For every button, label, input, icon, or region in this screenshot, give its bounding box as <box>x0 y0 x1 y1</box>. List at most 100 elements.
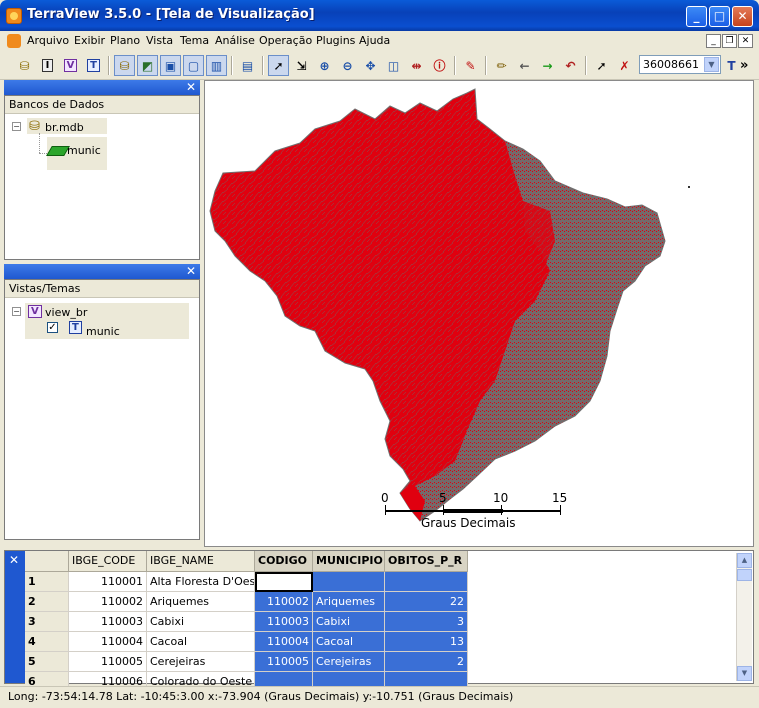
view-icon[interactable]: V <box>60 55 81 76</box>
app-icon[interactable] <box>6 8 22 24</box>
cell-ibge-name[interactable]: Cerejeiras <box>147 652 255 672</box>
cell-municipio[interactable]: Cacoal <box>313 632 385 652</box>
col-obitos[interactable]: OBITOS_P_R <box>385 551 468 572</box>
cell-obitos[interactable]: 3 <box>385 612 468 632</box>
mdi-minimize-button[interactable]: _ <box>706 34 721 48</box>
select-pointer-icon[interactable]: ➚ <box>591 55 612 76</box>
cell-ibge-code[interactable]: 110003 <box>69 612 147 632</box>
cell-ibge-name[interactable]: Ariquemes <box>147 592 255 612</box>
tree-theme-name[interactable]: munic <box>86 325 120 338</box>
views-panel-icon[interactable]: ◩ <box>137 55 158 76</box>
theme-visibility-checkbox[interactable]: ✓ <box>47 322 58 333</box>
cell-municipio[interactable]: Cabixi <box>313 612 385 632</box>
row-number[interactable]: 2 <box>25 592 69 612</box>
graphic-icon[interactable]: ▢ <box>183 55 204 76</box>
menu-ajuda[interactable]: Ajuda <box>359 34 390 47</box>
theme-style-icon[interactable]: T <box>721 55 742 76</box>
col-ibge-name[interactable]: IBGE_NAME <box>147 551 255 572</box>
cell-ibge-name[interactable]: Cacoal <box>147 632 255 652</box>
toolbar-overflow-icon[interactable]: » <box>740 58 748 73</box>
close-icon[interactable]: ✕ <box>186 80 196 94</box>
document-icon[interactable] <box>7 34 21 48</box>
tree-db-name[interactable]: br.mdb <box>45 121 84 134</box>
query-pointer-icon[interactable]: ⇲ <box>291 55 312 76</box>
import-layer-icon[interactable]: I <box>37 55 58 76</box>
database-icon[interactable]: ⛁ <box>14 55 35 76</box>
grid-panel-icon[interactable]: ▥ <box>206 55 227 76</box>
table-icon[interactable]: ▤ <box>237 55 258 76</box>
col-ibge-code[interactable]: IBGE_CODE <box>69 551 147 572</box>
menu-arquivo[interactable]: Arquivo <box>27 34 69 47</box>
menu-plugins[interactable]: Plugins <box>316 34 355 47</box>
view-icon: V <box>28 305 42 318</box>
mdi-restore-button[interactable]: ❐ <box>722 34 737 48</box>
row-number[interactable]: 4 <box>25 632 69 652</box>
info-icon[interactable]: ⓘ <box>429 55 450 76</box>
display-icon[interactable]: ▣ <box>160 55 181 76</box>
cell-codigo[interactable] <box>255 572 313 592</box>
zoom-out-icon[interactable]: ⊖ <box>337 55 358 76</box>
zoom-area-icon[interactable]: ◫ <box>383 55 404 76</box>
menu-operacao[interactable]: Operação <box>259 34 312 47</box>
grid-scrollbar[interactable]: ▲ ▼ <box>736 553 752 681</box>
cell-municipio[interactable]: Ariquemes <box>313 592 385 612</box>
cell-obitos[interactable] <box>385 572 468 592</box>
cell-codigo[interactable]: 110004 <box>255 632 313 652</box>
menu-exibir[interactable]: Exibir <box>74 34 105 47</box>
back-arrow-icon[interactable]: ← <box>514 55 535 76</box>
cell-obitos[interactable]: 13 <box>385 632 468 652</box>
map-canvas[interactable]: 0 5 10 15 Graus Decimais <box>204 80 754 547</box>
cell-codigo[interactable]: 110002 <box>255 592 313 612</box>
forward-arrow-icon[interactable]: → <box>537 55 558 76</box>
brazil-map <box>209 88 690 522</box>
row-number[interactable]: 1 <box>25 572 69 592</box>
menu-tema[interactable]: Tema <box>180 34 209 47</box>
cell-obitos[interactable]: 2 <box>385 652 468 672</box>
scale-combo[interactable]: 36008661 ▼ <box>639 55 721 74</box>
row-number[interactable]: 5 <box>25 652 69 672</box>
tree-collapse-icon[interactable]: − <box>12 122 21 131</box>
cell-codigo[interactable]: 110003 <box>255 612 313 632</box>
cell-ibge-code[interactable]: 110002 <box>69 592 147 612</box>
scroll-thumb[interactable] <box>737 569 752 581</box>
distance-icon[interactable]: ⇹ <box>406 55 427 76</box>
pointer-icon[interactable]: ➚ <box>268 55 289 76</box>
scalebar-tick: 15 <box>552 491 568 505</box>
cell-codigo[interactable]: 110005 <box>255 652 313 672</box>
scroll-down-icon[interactable]: ▼ <box>737 666 752 681</box>
menu-vista[interactable]: Vista <box>146 34 173 47</box>
pan-icon[interactable]: ✥ <box>360 55 381 76</box>
close-icon[interactable]: ✕ <box>186 264 196 278</box>
zoom-in-icon[interactable]: ⊕ <box>314 55 335 76</box>
col-municipio[interactable]: MUNICIPIO <box>313 551 385 572</box>
cell-ibge-name[interactable]: Alta Floresta D'Oeste <box>147 572 255 592</box>
menu-analise[interactable]: Análise <box>215 34 255 47</box>
island-dot <box>688 186 690 188</box>
scroll-up-icon[interactable]: ▲ <box>737 553 752 568</box>
col-codigo[interactable]: CODIGO <box>255 551 313 572</box>
draw-icon[interactable]: ✏ <box>491 55 512 76</box>
maximize-button[interactable]: □ <box>709 6 730 27</box>
cell-municipio[interactable] <box>313 572 385 592</box>
tree-collapse-icon[interactable]: − <box>12 307 21 316</box>
tree-view-name[interactable]: view_br <box>45 306 87 319</box>
tree-layer-name[interactable]: munic <box>67 144 101 157</box>
chevron-down-icon[interactable]: ▼ <box>704 57 719 72</box>
row-number[interactable]: 3 <box>25 612 69 632</box>
theme-icon[interactable]: T <box>83 55 104 76</box>
database-panel-icon[interactable]: ⛁ <box>114 55 135 76</box>
cell-ibge-name[interactable]: Cabixi <box>147 612 255 632</box>
cell-ibge-code[interactable]: 110004 <box>69 632 147 652</box>
edit-icon[interactable]: ✎ <box>460 55 481 76</box>
minimize-button[interactable]: _ <box>686 6 707 27</box>
mdi-close-button[interactable]: ✕ <box>738 34 753 48</box>
close-button[interactable]: ✕ <box>732 6 753 27</box>
cell-municipio[interactable]: Cerejeiras <box>313 652 385 672</box>
clear-selection-icon[interactable]: ✗ <box>614 55 635 76</box>
menu-plano[interactable]: Plano <box>110 34 140 47</box>
cell-ibge-code[interactable]: 110005 <box>69 652 147 672</box>
close-icon[interactable]: ✕ <box>9 553 19 567</box>
cell-obitos[interactable]: 22 <box>385 592 468 612</box>
cell-ibge-code[interactable]: 110001 <box>69 572 147 592</box>
undo-icon[interactable]: ↶ <box>560 55 581 76</box>
